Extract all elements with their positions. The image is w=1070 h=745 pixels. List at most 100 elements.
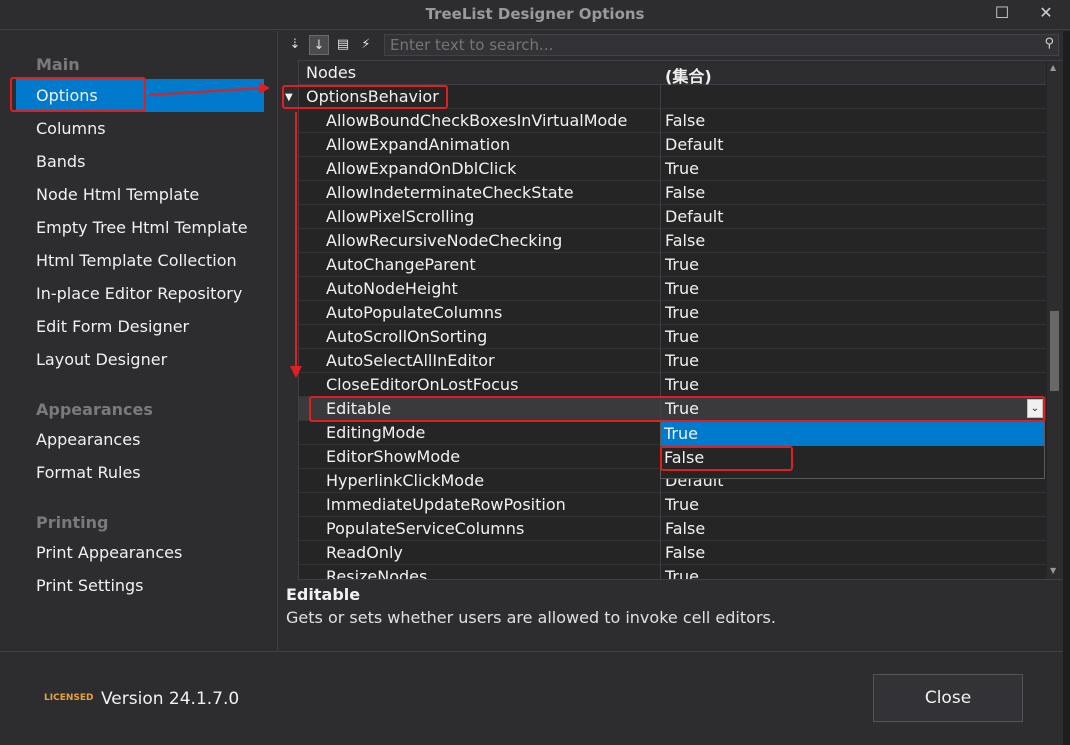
- property-grid: Nodes (集合) ▼ OptionsBehavior AllowBoundC…: [298, 60, 1062, 580]
- property-pages-icon[interactable]: ▤: [333, 35, 353, 55]
- property-value[interactable]: False: [665, 231, 705, 250]
- property-value[interactable]: Default: [665, 135, 723, 154]
- property-name: EditingMode: [326, 423, 426, 442]
- property-value[interactable]: True: [665, 279, 699, 298]
- table-row[interactable]: ReadOnly False: [299, 541, 1046, 565]
- property-name: AllowRecursiveNodeChecking: [326, 231, 563, 250]
- table-row[interactable]: AutoNodeHeight True: [299, 277, 1046, 301]
- table-row[interactable]: AutoChangeParent True: [299, 253, 1046, 277]
- property-value[interactable]: False: [665, 543, 705, 562]
- property-name: AllowExpandAnimation: [326, 135, 511, 154]
- sidebar-item-appearances[interactable]: Appearances: [16, 423, 264, 456]
- property-name: AutoNodeHeight: [326, 279, 458, 298]
- grid-scrollbar[interactable]: ▲ ▼: [1047, 61, 1062, 579]
- property-value[interactable]: True: [665, 255, 699, 274]
- column-divider: [660, 565, 661, 579]
- table-row[interactable]: AutoScrollOnSorting True: [299, 325, 1046, 349]
- property-name: ImmediateUpdateRowPosition: [326, 495, 566, 514]
- column-divider: [660, 85, 661, 109]
- column-divider: [660, 253, 661, 277]
- maximize-icon[interactable]: ☐: [987, 2, 1017, 26]
- property-value[interactable]: True: [665, 159, 699, 178]
- search-input[interactable]: [385, 35, 1025, 55]
- description-title: Editable: [286, 585, 361, 604]
- table-row[interactable]: ImmediateUpdateRowPosition True: [299, 493, 1046, 517]
- sort-alphabetical-icon[interactable]: ↓: [309, 35, 329, 55]
- column-divider: [660, 181, 661, 205]
- property-value[interactable]: False: [665, 183, 705, 202]
- annotation-box-category: [282, 85, 448, 109]
- property-value[interactable]: Default: [665, 207, 723, 226]
- property-name: CloseEditorOnLostFocus: [326, 375, 519, 394]
- dropdown-option-true[interactable]: True: [661, 422, 1044, 446]
- property-value[interactable]: True: [665, 375, 699, 394]
- annotation-box-options: [10, 77, 146, 112]
- sidebar: Main Options Columns Bands Node Html Tem…: [0, 31, 277, 650]
- property-value[interactable]: True: [665, 303, 699, 322]
- sidebar-item-format-rules[interactable]: Format Rules: [16, 456, 264, 489]
- table-row[interactable]: AllowExpandOnDblClick True: [299, 157, 1046, 181]
- sidebar-item-columns[interactable]: Columns: [16, 112, 264, 145]
- search-icon[interactable]: ⚲: [1044, 36, 1054, 51]
- table-row[interactable]: ResizeNodes True: [299, 565, 1046, 580]
- categorized-icon[interactable]: ⇣: [285, 35, 305, 55]
- grid-header: Nodes (集合): [299, 61, 1046, 86]
- column-header-name: Nodes: [306, 63, 357, 82]
- sidebar-item-print-appearances[interactable]: Print Appearances: [16, 536, 264, 569]
- sidebar-divider: [277, 31, 278, 650]
- description-text: Gets or sets whether users are allowed t…: [286, 608, 776, 627]
- group-title-appearances: Appearances: [36, 400, 153, 419]
- sidebar-item-print-settings[interactable]: Print Settings: [16, 569, 264, 602]
- events-icon[interactable]: ⚡: [356, 35, 376, 55]
- description-panel: Editable Gets or sets whether users are …: [279, 582, 1062, 648]
- version-label: Version 24.1.7.0: [101, 689, 240, 709]
- close-icon[interactable]: ✕: [1031, 2, 1061, 26]
- table-row[interactable]: AllowBoundCheckBoxesInVirtualMode False: [299, 109, 1046, 133]
- close-button[interactable]: Close: [873, 674, 1023, 722]
- property-name: AllowBoundCheckBoxesInVirtualMode: [326, 111, 628, 130]
- sidebar-item-node-html-template[interactable]: Node Html Template: [16, 178, 264, 211]
- sidebar-item-empty-tree-html-template[interactable]: Empty Tree Html Template: [16, 211, 264, 244]
- table-row[interactable]: AutoSelectAllInEditor True: [299, 349, 1046, 373]
- table-row[interactable]: PopulateServiceColumns False: [299, 517, 1046, 541]
- table-row[interactable]: AllowRecursiveNodeChecking False: [299, 229, 1046, 253]
- scroll-up-icon[interactable]: ▲: [1050, 63, 1056, 72]
- footer: LICENSED Version 24.1.7.0 Close: [0, 651, 1070, 745]
- table-row[interactable]: CloseEditorOnLostFocus True: [299, 373, 1046, 397]
- table-row[interactable]: AutoPopulateColumns True: [299, 301, 1046, 325]
- column-divider: [660, 109, 661, 133]
- sidebar-item-bands[interactable]: Bands: [16, 145, 264, 178]
- property-value[interactable]: True: [665, 495, 699, 514]
- property-name: ResizeNodes: [326, 567, 428, 580]
- sidebar-item-html-template-collection[interactable]: Html Template Collection: [16, 244, 264, 277]
- background-window-edge: [1063, 31, 1070, 745]
- scroll-down-icon[interactable]: ▼: [1050, 566, 1056, 575]
- column-divider: [660, 493, 661, 517]
- sidebar-item-edit-form-designer[interactable]: Edit Form Designer: [16, 310, 264, 343]
- table-row[interactable]: AllowIndeterminateCheckState False: [299, 181, 1046, 205]
- property-name: AllowIndeterminateCheckState: [326, 183, 574, 202]
- title-bar: TreeList Designer Options ☐ ✕: [0, 0, 1070, 30]
- property-value[interactable]: True: [665, 567, 699, 579]
- column-divider: [660, 277, 661, 301]
- column-divider: [660, 373, 661, 397]
- column-divider: [660, 205, 661, 229]
- property-name: AutoPopulateColumns: [326, 303, 503, 322]
- property-name: AutoSelectAllInEditor: [326, 351, 495, 370]
- property-name: ReadOnly: [326, 543, 403, 562]
- property-name: AllowExpandOnDblClick: [326, 159, 517, 178]
- property-value[interactable]: True: [665, 351, 699, 370]
- sidebar-item-layout-designer[interactable]: Layout Designer: [16, 343, 264, 376]
- property-name: AutoChangeParent: [326, 255, 476, 274]
- table-row[interactable]: AllowExpandAnimation Default: [299, 133, 1046, 157]
- search-box[interactable]: ⚲: [384, 34, 1059, 56]
- property-value[interactable]: True: [665, 327, 699, 346]
- table-row[interactable]: AllowPixelScrolling Default: [299, 205, 1046, 229]
- scroll-thumb[interactable]: [1050, 311, 1059, 391]
- property-name: EditorShowMode: [326, 447, 461, 466]
- property-value[interactable]: False: [665, 111, 705, 130]
- sidebar-item-in-place-editor-repository[interactable]: In-place Editor Repository: [16, 277, 264, 310]
- property-name: PopulateServiceColumns: [326, 519, 525, 538]
- window-title: TreeList Designer Options: [425, 5, 645, 23]
- property-value[interactable]: False: [665, 519, 705, 538]
